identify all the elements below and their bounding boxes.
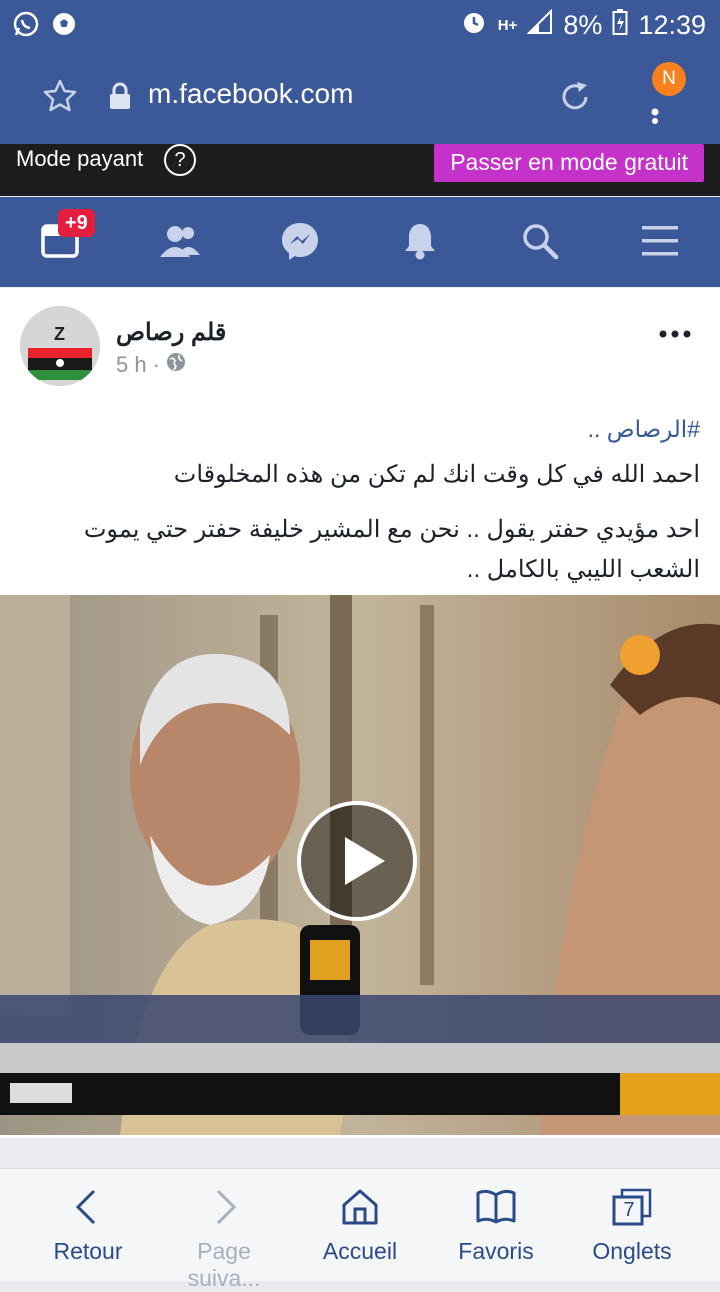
network-type: H+ [497, 17, 518, 34]
post-meta: 5 h · [116, 352, 186, 378]
menu-icon[interactable] [636, 219, 684, 263]
post-card: Z قلم رصاص 5 h · #الرصاص .. احمد الله في… [0, 288, 720, 1138]
browser-url-bar: m.facebook.com N [0, 52, 720, 144]
svg-text:Z: Z [54, 324, 65, 344]
post-hashtag-line: #الرصاص .. [588, 416, 700, 443]
bookmark-star-icon[interactable] [42, 78, 78, 119]
whatsapp-icon [12, 10, 40, 43]
signal-icon [526, 8, 553, 42]
home-icon [340, 1189, 380, 1231]
notifications-icon[interactable] [396, 219, 444, 263]
post-time[interactable]: 5 h [116, 352, 147, 378]
url-text[interactable]: m.facebook.com [148, 78, 353, 110]
home-button[interactable]: Accueil [295, 1187, 425, 1265]
tab-count: 7 [623, 1199, 635, 1221]
search-icon[interactable] [516, 219, 564, 263]
chevron-right-icon [204, 1189, 244, 1231]
video-thumbnail[interactable] [0, 595, 720, 1135]
lock-icon [108, 82, 132, 115]
home-label: Accueil [322, 1238, 398, 1264]
help-icon[interactable]: ? [164, 144, 196, 176]
back-button[interactable]: Retour [23, 1187, 153, 1265]
news-feed-badge: +9 [58, 209, 95, 237]
tabs-icon: 7 [611, 1187, 653, 1227]
author-avatar[interactable]: Z [20, 306, 100, 386]
chevron-left-icon [68, 1189, 108, 1231]
tabs-label: Onglets [592, 1238, 672, 1264]
hashtag-suffix: .. [587, 416, 607, 442]
clock: 12:39 [638, 10, 706, 40]
friends-icon[interactable] [156, 219, 204, 263]
soccer-ball-icon [50, 10, 78, 43]
facebook-nav-bar: +9 [0, 197, 720, 287]
battery-percent: 8% [563, 10, 603, 40]
globe-icon [166, 352, 186, 378]
forward-button[interactable]: Page suiva... [159, 1187, 289, 1292]
forward-label: Page suiva... [187, 1238, 261, 1291]
alarm-icon [460, 8, 488, 43]
post-text-line-1: احمد الله في كل وقت انك لم تكن من هذه ال… [173, 461, 700, 488]
status-bar: H+ 8% 12:39 [0, 0, 720, 52]
mode-label: Mode payant [16, 146, 144, 171]
play-button[interactable] [297, 801, 417, 921]
more-options-icon[interactable] [658, 326, 692, 344]
browser-bottom-bar: Retour Page suiva... Accueil Favoris 7 O… [0, 1168, 720, 1291]
free-mode-button[interactable]: Passer en mode gratuit [434, 144, 704, 182]
reload-icon[interactable] [556, 78, 594, 121]
battery-icon [612, 8, 628, 43]
post-text-line-2: احد مؤيدي حفتر يقول .. نحن مع المشير خلي… [83, 516, 700, 583]
hashtag-link[interactable]: #الرصاص [607, 416, 700, 442]
author-name[interactable]: قلم رصاص [116, 318, 226, 347]
back-label: Retour [53, 1238, 123, 1264]
data-mode-bar: Mode payant ? Passer en mode gratuit [0, 144, 720, 196]
meta-separator: · [152, 352, 160, 377]
bookmarks-button[interactable]: Favoris [431, 1187, 561, 1265]
profile-badge[interactable]: N [652, 62, 686, 96]
messenger-icon[interactable] [276, 219, 324, 263]
bookmarks-label: Favoris [458, 1238, 534, 1264]
book-icon [475, 1189, 517, 1231]
tabs-button[interactable]: 7 Onglets [567, 1187, 697, 1265]
